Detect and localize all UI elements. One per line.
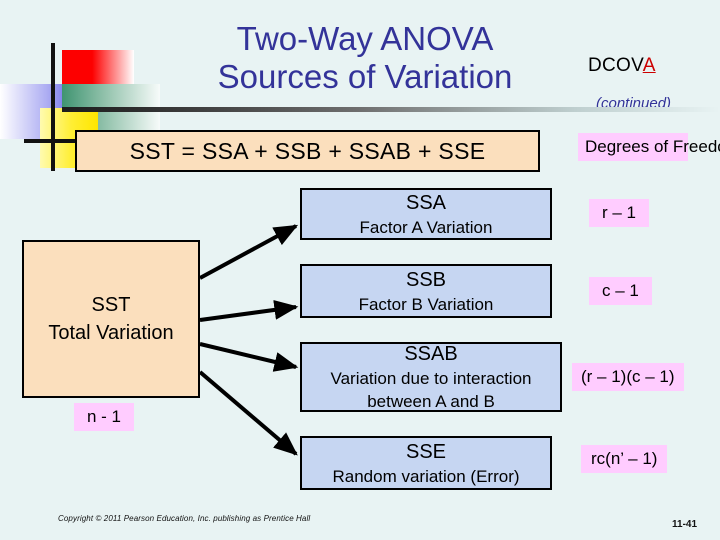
dcova-label: DCOVA [588, 55, 656, 77]
slide-canvas: Two-Way ANOVA Sources of Variation DCOVA… [0, 0, 720, 540]
df-total: n - 1 [74, 403, 135, 431]
ssa-box: SSA Factor A Variation [300, 188, 552, 240]
equation-text: SST = SSA + SSB + SSAB + SSE [129, 137, 486, 164]
slide-title: Two-Way ANOVA Sources of Variation [150, 20, 580, 96]
copyright-notice: Copyright © 2011 Pearson Education, Inc.… [58, 514, 311, 523]
slide-title-line1: Two-Way ANOVA [236, 20, 494, 57]
arrow-to-ssb [199, 299, 299, 322]
sst-source-box: SST Total Variation [22, 240, 200, 398]
equation-box: SST = SSA + SSB + SSAB + SSE [75, 130, 540, 172]
arrow-to-sse [198, 370, 298, 456]
df-ssa: r – 1 [589, 199, 650, 227]
page-number: 11-41 [672, 519, 698, 530]
dcova-prefix: DCOV [588, 55, 643, 76]
slide-title-line2: Sources of Variation [217, 58, 513, 95]
df-ssb: c – 1 [589, 277, 652, 305]
df-sse: rc(n’ – 1) [581, 445, 668, 473]
ssb-box: SSB Factor B Variation [300, 264, 552, 318]
ssa-description: Factor A Variation [359, 217, 493, 237]
sse-box: SSE Random variation (Error) [300, 436, 552, 490]
df-ssab: (r – 1)(c – 1) [572, 363, 684, 391]
sse-description: Random variation (Error) [332, 466, 520, 486]
arrow-to-ssab [199, 342, 299, 372]
header-divider [62, 107, 720, 112]
ssab-description-2: between A and B [367, 392, 495, 411]
ssab-box: SSAB Variation due to interaction betwee… [300, 342, 562, 412]
ssb-title: SSB [405, 268, 447, 291]
ssb-description: Factor B Variation [358, 294, 494, 314]
dcova-accent-letter: A [642, 55, 656, 76]
logo-vertical-bar [51, 43, 55, 171]
ssa-title: SSA [405, 191, 447, 214]
arrow-to-ssa [199, 224, 299, 280]
sse-title: SSE [405, 440, 447, 463]
sst-subtitle: Total Variation [48, 322, 174, 344]
df-header-label: Degrees of Freedom: [578, 133, 720, 161]
ssab-description: Variation due to interaction [330, 369, 532, 388]
sst-title: SST [91, 294, 131, 316]
ssab-title: SSAB [404, 343, 458, 365]
